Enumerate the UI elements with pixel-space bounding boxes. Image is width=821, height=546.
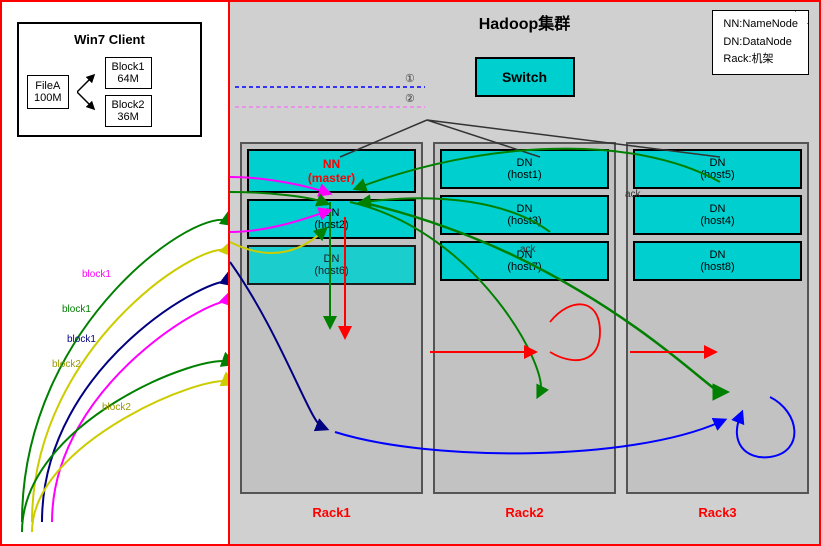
dn-host1-box: DN(host1) <box>440 149 609 189</box>
client-inner: FileA 100M Block1 64M <box>27 57 192 127</box>
dn-host4-box: DN(host4) <box>633 195 802 235</box>
legend-box: NN:NameNode DN:DataNode Rack:机架 <box>712 10 809 75</box>
block1-box: Block1 64M <box>105 57 152 89</box>
rack2: DN(host1) DN(host3) DN(host7) Rack2 <box>433 142 616 494</box>
legend-nn: NN:NameNode <box>723 16 798 34</box>
win7-client-title: Win7 Client <box>27 32 192 47</box>
main-container: Win7 Client FileA 100M <box>0 0 821 546</box>
racks-area: NN (master) DN(host2) DN(host6) Rack1 DN… <box>240 142 809 494</box>
label-block1-magenta: block1 <box>82 269 111 280</box>
label-block1-green: block1 <box>62 304 91 315</box>
right-panel: Hadoop集群 NN:NameNode DN:DataNode Rack:机架… <box>230 2 819 544</box>
dn-host5-box: DN(host5) <box>633 149 802 189</box>
label-2: ② <box>405 93 415 105</box>
split-arrows-icon <box>77 62 97 122</box>
rack2-label: Rack2 <box>505 505 543 520</box>
rack1: NN (master) DN(host2) DN(host6) Rack1 <box>240 142 423 494</box>
legend-rack: Rack:机架 <box>723 51 798 69</box>
dn-host8-box: DN(host8) <box>633 241 802 281</box>
dn-host3-box: DN(host3) <box>440 195 609 235</box>
rack1-label: Rack1 <box>312 505 350 520</box>
filea-box: FileA 100M <box>27 75 69 109</box>
dn-host7-box: DN(host7) <box>440 241 609 281</box>
label-block2-yellow: block2 <box>52 359 81 370</box>
nn-master-box: NN (master) <box>247 149 416 193</box>
rack3: DN(host5) DN(host4) DN(host8) Rack3 <box>626 142 809 494</box>
blocks-col: Block1 64M Block2 36M <box>105 57 152 127</box>
switch-box: Switch <box>475 57 575 97</box>
label-block1-blue: block1 <box>67 334 96 345</box>
win7-client-box: Win7 Client FileA 100M <box>17 22 202 137</box>
label-1: ① <box>405 73 415 85</box>
dn-host6-box: DN(host6) <box>247 245 416 285</box>
dn-host2-box: DN(host2) <box>247 199 416 239</box>
block2-box: Block2 36M <box>105 95 152 127</box>
rack3-label: Rack3 <box>698 505 736 520</box>
label-block2-green: block2 <box>102 402 131 413</box>
left-panel: Win7 Client FileA 100M <box>2 2 230 544</box>
legend-dn: DN:DataNode <box>723 34 798 52</box>
